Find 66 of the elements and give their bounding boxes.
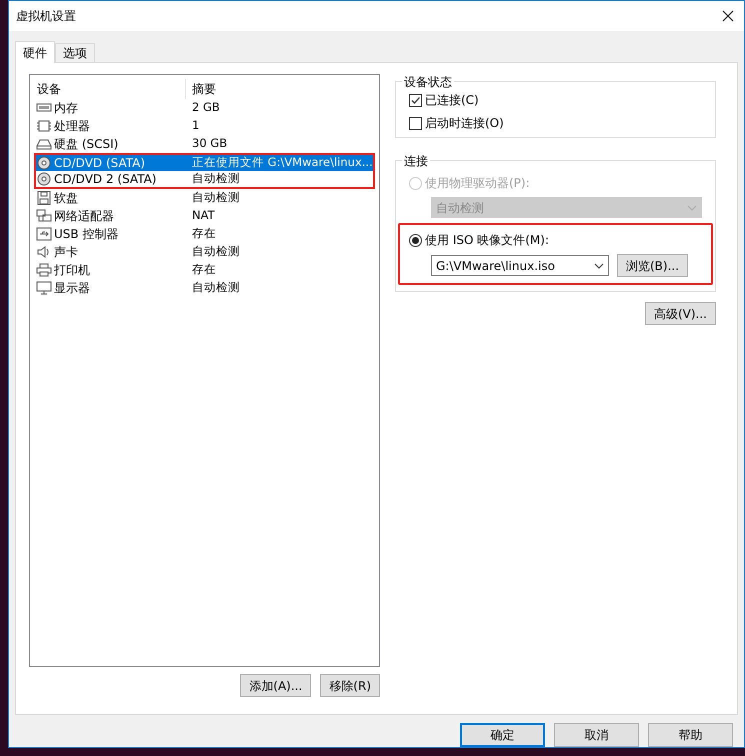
printer-icon [36, 263, 52, 277]
dialog-button[interactable]: 帮助 [648, 723, 733, 747]
usb-icon [36, 227, 52, 241]
device-name: 网络适配器 [54, 208, 114, 225]
device-name: 显示器 [54, 280, 90, 297]
browse-button[interactable]: 浏览(B)... [617, 254, 688, 277]
column-header[interactable]: 设备 [34, 79, 186, 99]
window-title: 虚拟机设置 [16, 8, 76, 25]
device-row[interactable]: 内存 2 GB [34, 99, 375, 117]
device-row[interactable]: CD/DVD 2 (SATA) 自动检测 [34, 171, 375, 189]
device-row[interactable]: 显示器 自动检测 [34, 279, 375, 297]
device-row[interactable]: CD/DVD (SATA) 正在使用文件 G:\VMware\linux... [34, 153, 375, 171]
advanced-button[interactable]: 高级(V)... [644, 302, 716, 325]
device-row[interactable]: 硬盘 (SCSI) 30 GB [34, 135, 375, 153]
add-button[interactable]: 添加(A)... [240, 674, 312, 697]
checkbox[interactable] [409, 94, 422, 106]
disc-icon [36, 172, 52, 186]
column-header[interactable]: 摘要 [186, 80, 216, 98]
device-name: 硬盘 (SCSI) [54, 136, 118, 153]
device-summary: 自动检测 [191, 279, 240, 296]
checkbox-label: 已连接(C) [425, 92, 479, 109]
path-dropdown[interactable]: G:\VMware\linux.iso [431, 255, 609, 276]
device-name: 处理器 [54, 118, 90, 135]
device-name: CD/DVD 2 (SATA) [54, 171, 156, 188]
device-row[interactable]: USB 控制器 存在 [34, 225, 375, 243]
device-name: USB 控制器 [54, 226, 118, 243]
dialog-button[interactable]: 取消 [554, 723, 639, 747]
device-summary: 30 GB [191, 135, 228, 152]
device-name: 软盘 [54, 190, 78, 207]
checkbox-label: 启动时连接(O) [425, 115, 504, 132]
checkbox[interactable] [409, 116, 422, 130]
group-title: 设备状态 [402, 73, 454, 91]
device-summary: 正在使用文件 G:\VMware\linux... [191, 154, 373, 172]
device-name: 打印机 [54, 262, 90, 279]
device-summary: 自动检测 [191, 170, 240, 188]
network-icon [36, 209, 52, 223]
device-name: 内存 [54, 100, 78, 117]
device-name: CD/DVD (SATA) [54, 155, 146, 172]
remove-button[interactable]: 移除(R) [320, 674, 380, 697]
chevron-down-icon [594, 262, 604, 268]
device-row[interactable]: 声卡 自动检测 [34, 243, 375, 261]
floppy-icon [36, 191, 52, 205]
device-summary: NAT [191, 207, 215, 224]
radio-label: 使用物理驱动器(P): [425, 175, 530, 192]
device-summary: 存在 [191, 225, 216, 242]
dialog-button[interactable]: 确定 [460, 723, 545, 747]
device-summary: 自动检测 [191, 243, 240, 260]
chip-icon [36, 119, 52, 133]
device-row[interactable]: 网络适配器 NAT [34, 207, 375, 225]
tab[interactable]: 硬件 [15, 41, 55, 63]
group-title: 连接 [402, 152, 430, 170]
device-name: 声卡 [54, 244, 78, 261]
device-summary: 1 [191, 117, 200, 134]
radio-label: 使用 ISO 映像文件(M): [425, 232, 549, 249]
chevron-down-icon [687, 204, 697, 210]
device-row[interactable]: 打印机 存在 [34, 261, 375, 279]
device-row[interactable]: 处理器 1 [34, 117, 375, 135]
device-summary: 2 GB [191, 99, 220, 116]
disc-icon [36, 156, 52, 170]
device-summary: 自动检测 [191, 189, 240, 206]
tab[interactable]: 选项 [55, 43, 95, 62]
device-summary: 存在 [191, 261, 216, 278]
device-row[interactable]: 软盘 自动检测 [34, 189, 375, 207]
monitor-icon [36, 281, 52, 295]
radio-button[interactable] [409, 234, 422, 246]
close-icon[interactable] [722, 10, 734, 22]
